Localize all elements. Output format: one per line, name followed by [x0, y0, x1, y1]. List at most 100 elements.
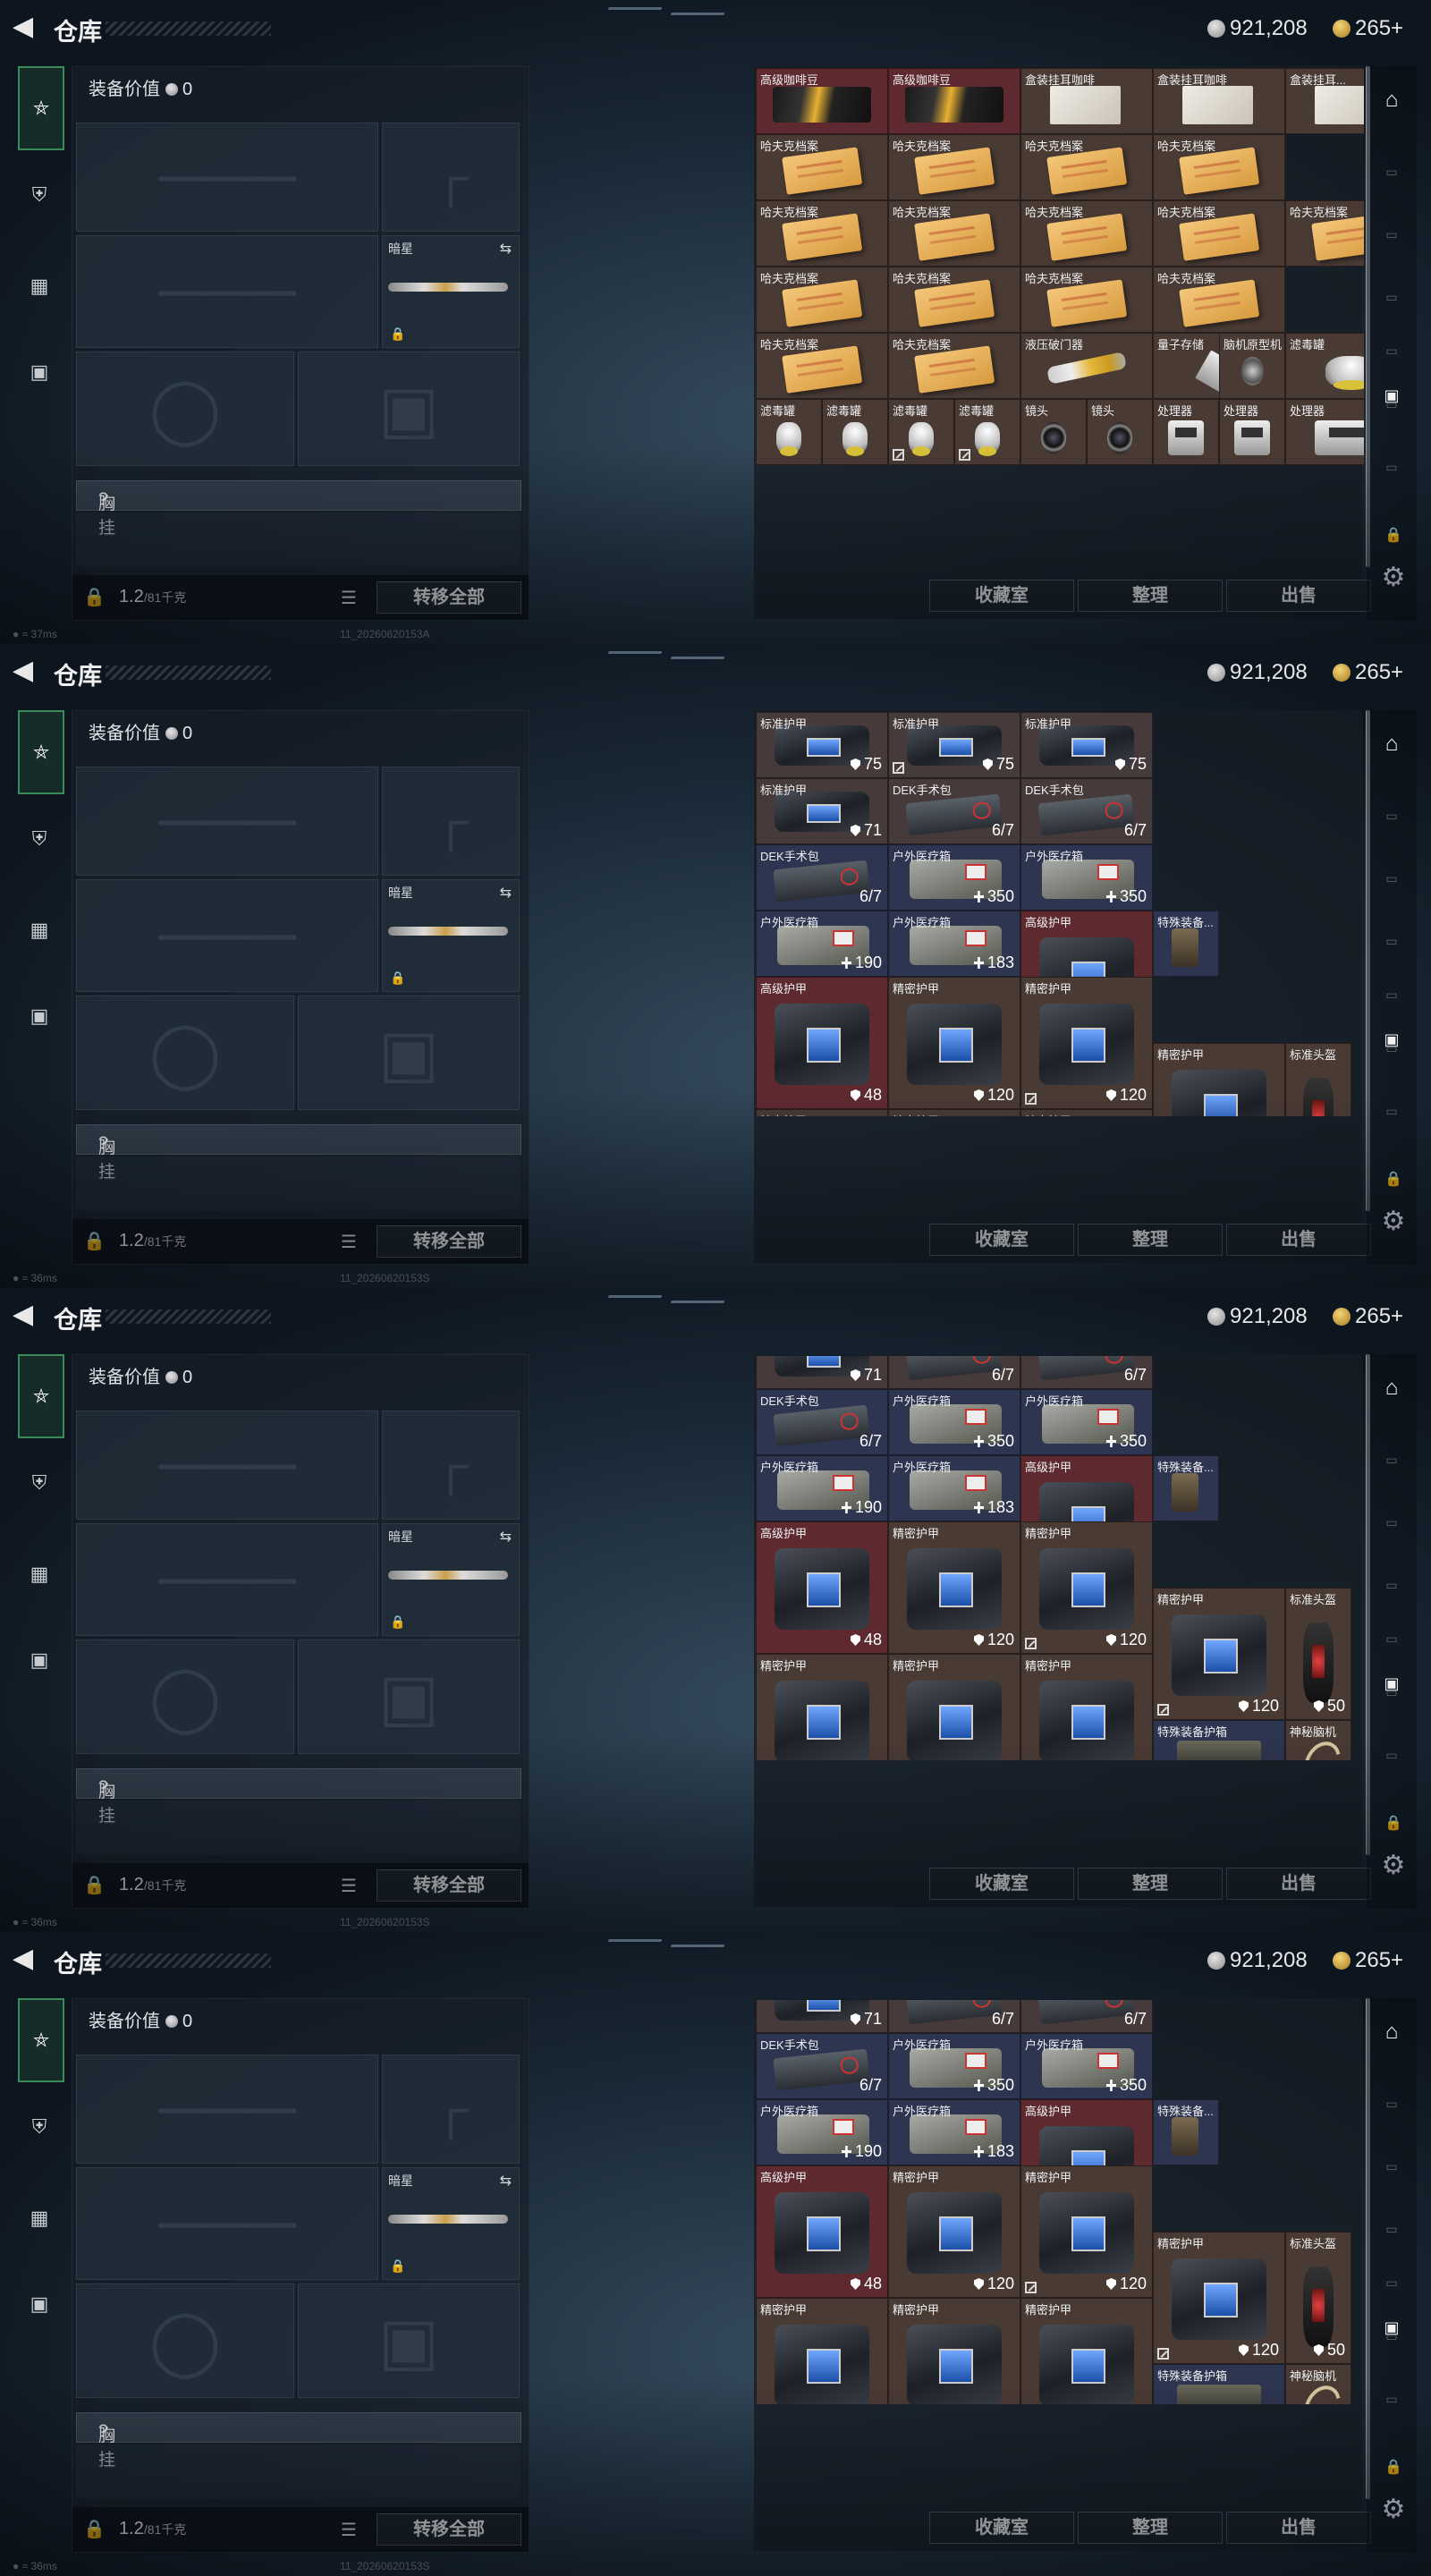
inventory-item[interactable]: 标准头盔 50: [1285, 1588, 1351, 1720]
warehouse-tab-5-icon[interactable]: ▭: [1376, 979, 1408, 1011]
inventory-item[interactable]: 特殊装备...: [1153, 2099, 1219, 2165]
pistol-slot[interactable]: ┌: [382, 123, 520, 232]
primary-weapon-slot[interactable]: ───: [76, 1411, 378, 1520]
warehouse-tab-3-icon[interactable]: ▭: [1376, 862, 1408, 894]
pistol-slot[interactable]: ┌: [382, 767, 520, 876]
inventory-item[interactable]: 户外医疗箱 190: [756, 911, 888, 977]
collection-button[interactable]: 收藏室: [929, 2512, 1074, 2544]
pistol-slot[interactable]: ┌: [382, 2055, 520, 2164]
inventory-item[interactable]: 精密护甲120: [888, 2298, 1020, 2404]
inventory-item[interactable]: 6/7: [888, 1356, 1020, 1389]
tab-armor[interactable]: ⛨: [20, 2107, 59, 2147]
helmet-slot[interactable]: ◯: [76, 996, 294, 1110]
inventory-item[interactable]: 标准头盔 50: [1285, 2232, 1351, 2364]
warehouse-tab-active-icon[interactable]: ▣: [1376, 379, 1408, 411]
inventory-item[interactable]: 脑机原型机: [1219, 333, 1285, 399]
inventory-item[interactable]: 哈夫克档案: [1153, 134, 1285, 200]
inventory-item[interactable]: 哈夫克档案: [1020, 267, 1153, 333]
list-icon[interactable]: ☰: [341, 1231, 357, 1253]
warehouse-main-icon[interactable]: ⌂: [1376, 1372, 1408, 1404]
warehouse-tab-4-icon[interactable]: ▭: [1376, 925, 1408, 957]
back-icon[interactable]: ◀: [13, 1945, 38, 1972]
inventory-item[interactable]: 镜头: [1087, 399, 1153, 465]
tab-weapons[interactable]: ⛤: [18, 1354, 64, 1438]
secondary-weapon-slot[interactable]: ───: [76, 2167, 378, 2280]
inventory-item[interactable]: 处理器: [1153, 399, 1219, 465]
chest-rig-header[interactable]: 胸挂 ?: [76, 480, 521, 538]
inventory-item[interactable]: 71: [756, 2000, 888, 2033]
inventory-item[interactable]: 标准护甲 75: [756, 712, 888, 778]
secondary-weapon-slot[interactable]: ───: [76, 235, 378, 348]
tab-weapons[interactable]: ⛤: [18, 710, 64, 794]
collection-button[interactable]: 收藏室: [929, 1868, 1074, 1900]
settings-gear-icon[interactable]: ⚙: [1377, 1206, 1410, 1238]
secondary-weapon-slot[interactable]: ───: [76, 1523, 378, 1636]
inventory-item[interactable]: 6/7: [1020, 1356, 1153, 1389]
inventory-item[interactable]: 特殊装备...: [1153, 1455, 1219, 1521]
warehouse-tab-2-icon[interactable]: ▭: [1376, 2088, 1408, 2120]
inventory-item[interactable]: 精密护甲120: [1020, 1654, 1153, 1760]
inventory-item[interactable]: 特殊装备护箱: [1153, 2364, 1285, 2404]
sell-button[interactable]: 出售: [1226, 2512, 1371, 2544]
back-icon[interactable]: ◀: [13, 1301, 38, 1328]
inventory-item[interactable]: 精密护甲120: [1153, 1588, 1285, 1720]
inventory-item[interactable]: 标准护甲 75: [1020, 712, 1153, 778]
inventory-item[interactable]: 哈夫克档案: [756, 267, 888, 333]
swap-icon[interactable]: ⇆: [500, 1528, 512, 1546]
primary-weapon-slot[interactable]: ───: [76, 123, 378, 232]
inventory-item[interactable]: 哈夫克档案: [1153, 267, 1285, 333]
inventory-item[interactable]: 哈夫克档案: [1020, 200, 1153, 267]
tab-case[interactable]: ▣: [20, 1640, 59, 1680]
melee-slot[interactable]: 暗星 ⇆ 🔒: [382, 1523, 520, 1636]
inventory-item[interactable]: 户外医疗箱 190: [756, 1455, 888, 1521]
inventory-item[interactable]: 液压破门器: [1020, 333, 1153, 399]
inventory-item[interactable]: 哈夫克档案: [1153, 200, 1285, 267]
tab-rig[interactable]: ▦: [20, 267, 59, 306]
sell-button[interactable]: 出售: [1226, 1224, 1371, 1256]
armor-slot[interactable]: ▣: [298, 352, 520, 466]
settings-gear-icon[interactable]: ⚙: [1377, 2494, 1410, 2526]
tab-case[interactable]: ▣: [20, 996, 59, 1036]
inventory-item[interactable]: 滤毒罐: [1285, 333, 1364, 399]
swap-icon[interactable]: ⇆: [500, 884, 512, 902]
inventory-item[interactable]: 高级咖啡豆: [756, 68, 888, 134]
inventory-item[interactable]: 处理器: [1219, 399, 1285, 465]
warehouse-tab-7-icon[interactable]: ▭: [1376, 2383, 1408, 2415]
tab-weapons[interactable]: ⛤: [18, 66, 64, 150]
inventory-item[interactable]: 71: [756, 1356, 888, 1389]
inventory-item[interactable]: 精密护甲120: [888, 2165, 1020, 2298]
warehouse-tab-2-icon[interactable]: ▭: [1376, 156, 1408, 188]
swap-icon[interactable]: ⇆: [500, 2172, 512, 2190]
armor-slot[interactable]: ▣: [298, 996, 520, 1110]
tab-armor[interactable]: ⛨: [20, 819, 59, 859]
inventory-item[interactable]: 滤毒罐: [888, 399, 954, 465]
warehouse-tab-3-icon[interactable]: ▭: [1376, 218, 1408, 250]
warehouse-tab-active-icon[interactable]: ▣: [1376, 2311, 1408, 2343]
helmet-slot[interactable]: ◯: [76, 2284, 294, 2398]
help-icon[interactable]: ?: [98, 2422, 108, 2442]
settings-gear-icon[interactable]: ⚙: [1377, 562, 1410, 594]
melee-slot[interactable]: 暗星 ⇆ 🔒: [382, 2167, 520, 2280]
back-icon[interactable]: ◀: [13, 13, 38, 40]
list-icon[interactable]: ☰: [341, 1875, 357, 1897]
inventory-item[interactable]: 哈夫克档案: [888, 333, 1020, 399]
inventory-item[interactable]: 精密护甲120: [888, 977, 1020, 1109]
inventory-item[interactable]: 神秘脑机: [1285, 1720, 1351, 1760]
inventory-item[interactable]: 盒装挂耳咖啡: [1153, 68, 1285, 134]
inventory-item[interactable]: 镜头: [1020, 399, 1087, 465]
inventory-item[interactable]: 哈夫克档案: [1285, 200, 1364, 267]
inventory-item[interactable]: 精密护甲120: [888, 1521, 1020, 1654]
inventory-item[interactable]: 标准护甲 75: [888, 712, 1020, 778]
lock-icon[interactable]: 🔒: [83, 1230, 106, 1252]
inventory-item[interactable]: 户外医疗箱 350: [1020, 1389, 1153, 1455]
inventory-item[interactable]: 哈夫克档案: [888, 200, 1020, 267]
melee-slot[interactable]: 暗星 ⇆ 🔒: [382, 235, 520, 348]
chest-rig-header[interactable]: 胸挂 ?: [76, 2412, 521, 2470]
inventory-item[interactable]: 户外医疗箱 350: [888, 1389, 1020, 1455]
tab-armor[interactable]: ⛨: [20, 175, 59, 215]
tab-rig[interactable]: ▦: [20, 2199, 59, 2238]
inventory-item[interactable]: DEK手术包 6/7: [756, 2033, 888, 2099]
chest-rig-header[interactable]: 胸挂 ?: [76, 1124, 521, 1182]
warehouse-tab-7-icon[interactable]: ▭: [1376, 1095, 1408, 1127]
tab-armor[interactable]: ⛨: [20, 1463, 59, 1503]
